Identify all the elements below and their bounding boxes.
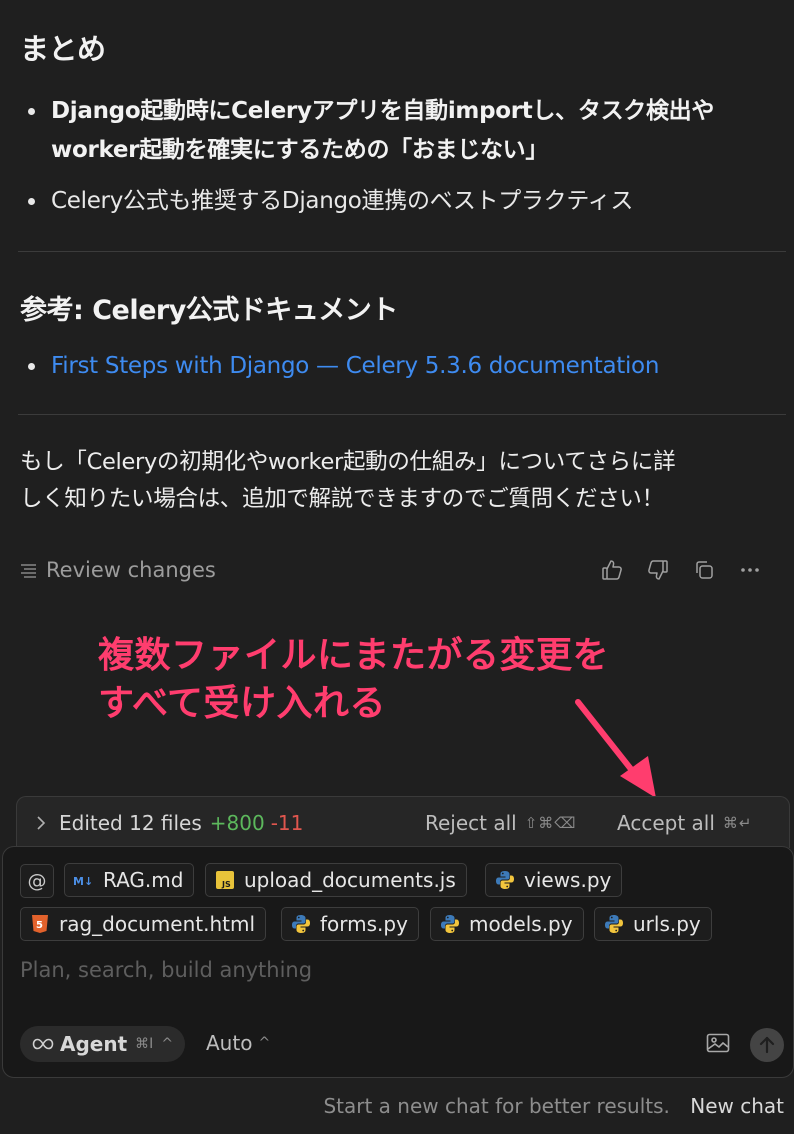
context-chip-label: models.py [469,912,573,936]
lines-removed-count: -11 [270,810,304,835]
chevron-up-icon: ^ [258,1035,271,1051]
footer: Start a new chat for better results. New… [323,1094,784,1118]
model-selector-label: Auto [206,1031,253,1055]
divider [18,251,786,252]
copy-icon[interactable] [692,558,716,582]
reference-item: First Steps with Django — Celery 5.3.6 d… [20,347,780,386]
model-selector[interactable]: Auto ^ [206,1031,270,1055]
chat-input[interactable]: Plan, search, build anything [20,958,312,982]
edited-files-label: Edited 12 files [59,810,202,835]
at-symbol: @ [27,870,47,892]
annotation-line-1: 複数ファイルにまたがる変更を [98,635,610,676]
send-button[interactable] [750,1028,784,1062]
summary-bullet-1-line-2: worker起動を確実にするための「おまじない」 [51,137,549,163]
more-options-icon[interactable] [738,558,762,582]
context-chip-forms-py[interactable]: forms.py [281,907,419,941]
infinity-icon [32,1038,54,1050]
context-chip-rag-md[interactable]: M↓ RAG.md [64,863,195,897]
context-chip-label: views.py [524,868,612,892]
summary-bullet-2: Celery公式も推奨するDjango連携のベストプラクティス [20,182,780,221]
arrow-up-icon [759,1036,775,1054]
html-file-icon: 5 [29,913,51,935]
accept-all-shortcut: ⌘↵ [722,813,753,832]
new-chat-hint: Start a new chat for better results. [323,1094,670,1118]
accept-all-button[interactable]: Accept all ⌘↵ [617,811,752,835]
summary-list: Django起動時にCeleryアプリを自動importし、タスク検出や wor… [20,92,780,221]
svg-text:M↓: M↓ [73,875,93,887]
edited-files-bar: Edited 12 files +800 -11 Reject all ⇧⌘⌫ … [16,796,790,848]
summary-bullet-1: Django起動時にCeleryアプリを自動importし、タスク検出や wor… [20,92,780,170]
context-chip-upload-documents-js[interactable]: JS upload_documents.js [205,863,467,897]
chevron-right-icon[interactable] [35,815,47,831]
summary-bullet-1-line-1: Django起動時にCeleryアプリを自動importし、タスク検出や [51,98,715,124]
review-lines-icon [21,563,36,578]
context-chip-label: rag_document.html [59,912,255,936]
context-chip-views-py[interactable]: views.py [485,863,623,897]
context-chip-label: upload_documents.js [244,868,456,892]
followup-paragraph: もし「Celeryの初期化やworker起動の仕組み」についてさらに詳 しく知り… [20,444,785,518]
followup-line-2: しく知りたい場合は、追加で解説できますのでご質問ください！ [20,486,664,512]
context-chip-label: RAG.md [103,868,184,892]
reference-list: First Steps with Django — Celery 5.3.6 d… [20,347,780,386]
message-actions [600,558,762,582]
context-chip-rag-document-html[interactable]: 5 rag_document.html [20,907,266,941]
reject-all-button[interactable]: Reject all ⇧⌘⌫ [425,811,577,835]
python-file-icon [439,913,461,935]
svg-text:5: 5 [36,920,43,931]
reference-heading: 参考: Celery公式ドキュメント [20,295,398,326]
review-changes-label: Review changes [46,558,216,582]
chevron-up-icon: ^ [161,1036,174,1052]
lines-added-count: +800 [209,810,265,835]
celery-docs-link[interactable]: First Steps with Django — Celery 5.3.6 d… [51,353,659,379]
annotation-line-2: すべて受け入れる [98,683,387,724]
thumbs-down-icon[interactable] [646,558,670,582]
context-chip-models-py[interactable]: models.py [430,907,584,941]
add-context-button[interactable]: @ [20,864,54,898]
context-chip-urls-py[interactable]: urls.py [594,907,712,941]
review-changes-button[interactable]: Review changes [20,558,216,582]
javascript-file-icon: JS [214,869,236,891]
image-upload-icon[interactable] [706,1033,730,1057]
agent-mode-selector[interactable]: Agent ⌘I ^ [20,1026,186,1062]
reject-all-label: Reject all [425,810,517,835]
followup-line-1: もし「Celeryの初期化やworker起動の仕組み」についてさらに詳 [20,449,676,475]
thumbs-up-icon[interactable] [600,558,624,582]
agent-mode-shortcut: ⌘I [135,1036,154,1052]
divider [18,414,786,415]
svg-text:JS: JS [221,880,231,889]
markdown-file-icon: M↓ [73,869,95,891]
agent-mode-label: Agent [60,1032,128,1056]
python-file-icon [603,913,625,935]
context-chip-label: forms.py [320,912,408,936]
python-file-icon [494,869,516,891]
accept-all-label: Accept all [617,810,715,835]
annotation-arrow-icon [575,699,656,798]
context-chip-label: urls.py [633,912,701,936]
python-file-icon [290,913,312,935]
summary-heading: まとめ [20,32,106,66]
reject-all-shortcut: ⇧⌘⌫ [524,813,577,832]
new-chat-button[interactable]: New chat [690,1094,784,1118]
annotation-callout: 複数ファイルにまたがる変更を すべて受け入れる [98,632,609,728]
